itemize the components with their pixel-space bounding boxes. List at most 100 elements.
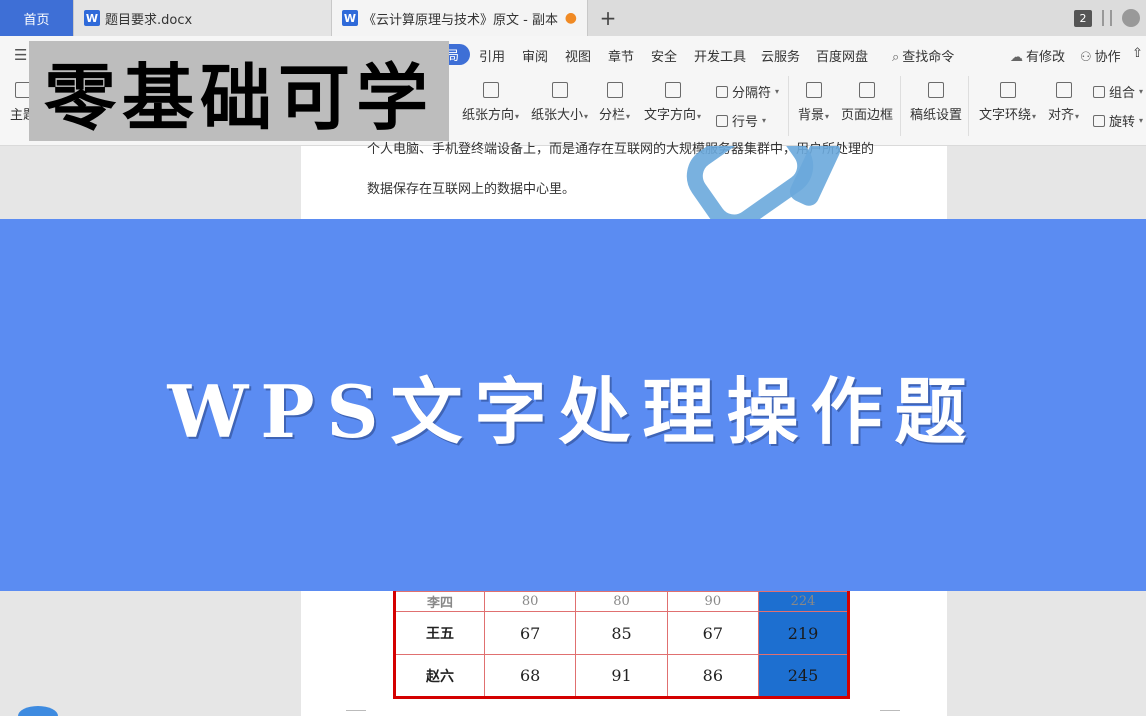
text-wrap-icon	[999, 82, 1016, 98]
manuscript-icon	[928, 82, 944, 98]
table-cell: 68	[483, 654, 577, 698]
search-command-label: 查找命令	[902, 50, 955, 65]
separator-label: 分隔符	[732, 86, 772, 101]
tabbar-right: 2	[1074, 0, 1146, 36]
unsaved-dot-icon: ●	[564, 10, 577, 26]
chevron-down-icon: ▾	[1075, 112, 1080, 121]
assistant-icon[interactable]	[18, 706, 58, 716]
tab-home[interactable]: 首页	[0, 0, 74, 36]
table-cell-total: 245	[758, 654, 849, 698]
table-cell-total: 224	[758, 591, 849, 612]
chevron-down-icon: ▾	[1139, 116, 1144, 125]
table-cell: 91	[575, 654, 668, 698]
menu-tab-cloud[interactable]: 云服务	[761, 46, 800, 65]
menu-tab-baidu-disk[interactable]: 百度网盘	[816, 46, 868, 65]
table-row: 李四 80 80 90 224	[394, 591, 849, 612]
search-command[interactable]: ⌕ 查找命令	[892, 46, 954, 65]
text-wrap-label: 文字环绕	[979, 108, 1032, 123]
background-icon	[805, 82, 822, 98]
plus-icon: +	[599, 6, 617, 30]
table-cell: 86	[666, 654, 760, 698]
share-icon[interactable]: ⇧	[1132, 46, 1143, 61]
page-orientation-button[interactable]: 纸张方向▾	[462, 82, 519, 123]
page-size-icon	[551, 82, 568, 98]
page-margin-mark	[346, 710, 366, 716]
wps-writer-icon: W	[342, 10, 358, 26]
menu-tab-references[interactable]: 引用	[479, 46, 505, 65]
menu-tab-view[interactable]: 视图	[565, 46, 591, 65]
columns-icon	[606, 82, 623, 98]
table-row: 赵六 68 91 86 245	[394, 654, 849, 698]
group-label: 组合	[1109, 86, 1136, 101]
table-cell: 王五	[394, 611, 485, 655]
table-row: 王五 67 85 67 219	[394, 611, 849, 655]
overlay-title: 零基础可学	[29, 41, 449, 141]
page-size-label: 纸张大小	[531, 108, 584, 123]
chevron-down-icon: ▾	[515, 112, 520, 121]
page-orientation-label: 纸张方向	[462, 108, 515, 123]
line-number-button[interactable]: 行号 ▾	[716, 111, 766, 130]
ribbon-divider	[900, 76, 901, 136]
collab-label: 协作	[1094, 50, 1121, 65]
tab-doc1-label: 题目要求.docx	[105, 12, 193, 28]
rotate-icon	[1093, 114, 1105, 127]
new-tab-button[interactable]: +	[588, 0, 628, 36]
chevron-down-icon: ▾	[697, 112, 702, 121]
collab-icon: ⚇	[1080, 50, 1092, 65]
text-direction-button[interactable]: 文字方向▾	[644, 82, 701, 123]
rotate-button[interactable]: 旋转 ▾	[1093, 111, 1143, 130]
table-cell: 90	[666, 591, 760, 612]
align-label: 对齐	[1048, 108, 1075, 123]
manuscript-settings-label: 稿纸设置	[910, 108, 963, 123]
avatar[interactable]	[1122, 9, 1140, 27]
menu-tab-developer[interactable]: 开发工具	[694, 46, 746, 65]
table-cell: 李四	[394, 591, 485, 612]
table-cell: 67	[483, 611, 577, 655]
table-cell: 67	[666, 611, 760, 655]
separator-icon	[716, 85, 728, 98]
menu-tab-chapter[interactable]: 章节	[608, 46, 634, 65]
chevron-down-icon: ▾	[775, 87, 780, 96]
manuscript-settings-button[interactable]: 稿纸设置	[910, 82, 962, 123]
panel-icon[interactable]	[1102, 10, 1112, 26]
background-button[interactable]: 背景▾	[798, 82, 829, 123]
tab-doc-requirements[interactable]: W 题目要求.docx	[74, 0, 332, 36]
background-label: 背景	[798, 108, 825, 123]
ribbon-divider	[788, 76, 789, 136]
page-margin-mark	[880, 710, 900, 716]
banner-title: WPS文字处理操作题	[167, 368, 979, 454]
has-changes-button[interactable]: ☁ 有修改	[1010, 46, 1065, 65]
window-count-badge[interactable]: 2	[1074, 9, 1092, 27]
table-cell-total: 219	[758, 611, 849, 655]
chevron-down-icon: ▾	[584, 112, 589, 121]
line-number-label: 行号	[732, 115, 759, 130]
separator-button[interactable]: 分隔符 ▾	[716, 82, 779, 101]
table-cell: 85	[575, 611, 668, 655]
align-button[interactable]: 对齐▾	[1048, 82, 1079, 123]
tab-doc2-label: 《云计算原理与技术》原文 - 副本	[363, 12, 558, 28]
table-cell: 80	[483, 591, 577, 612]
ribbon-divider	[968, 76, 969, 136]
collab-button[interactable]: ⚇ 协作	[1080, 46, 1121, 65]
columns-button[interactable]: 分栏▾	[599, 82, 630, 123]
columns-label: 分栏	[599, 108, 626, 123]
page-border-button[interactable]: 页面边框	[841, 82, 893, 123]
page-size-button[interactable]: 纸张大小▾	[531, 82, 588, 123]
line-number-icon	[716, 114, 728, 127]
menu-tab-security[interactable]: 安全	[651, 46, 677, 65]
chevron-down-icon: ▾	[762, 116, 767, 125]
text-wrap-button[interactable]: 文字环绕▾	[979, 82, 1036, 123]
score-table[interactable]: 李四 80 80 90 224 王五 67 85 67 219 赵六 68 91…	[393, 591, 850, 699]
chevron-down-icon: ▾	[1139, 87, 1144, 96]
tab-doc-cloud-book[interactable]: W 《云计算原理与技术》原文 - 副本 ●	[332, 0, 588, 36]
hamburger-menu-icon[interactable]: ☰	[14, 46, 27, 64]
group-button[interactable]: 组合 ▾	[1093, 82, 1143, 101]
menu-tab-review[interactable]: 审阅	[522, 46, 548, 65]
chevron-down-icon: ▾	[626, 112, 631, 121]
rotate-label: 旋转	[1109, 115, 1136, 130]
has-changes-label: 有修改	[1026, 50, 1066, 65]
title-banner: WPS文字处理操作题	[0, 219, 1146, 591]
chevron-down-icon: ▾	[825, 112, 830, 121]
chevron-down-icon: ▾	[1032, 112, 1037, 121]
table-cell: 80	[575, 591, 668, 612]
